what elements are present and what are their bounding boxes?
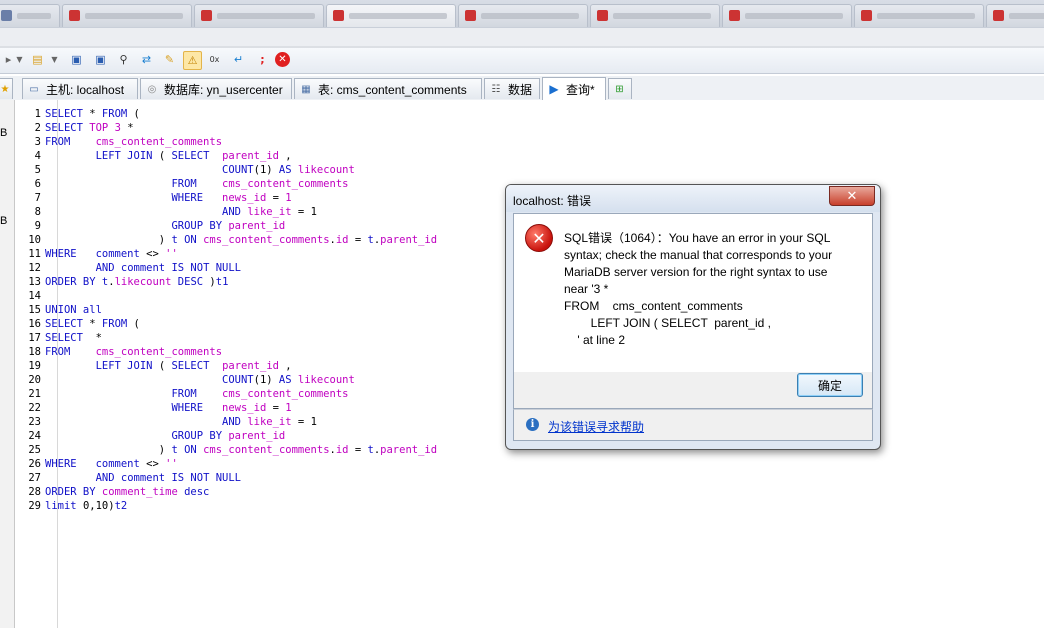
replace-icon[interactable]: ⇄ — [138, 51, 155, 68]
browser-tab[interactable] — [986, 4, 1044, 27]
semicolon-icon[interactable]: ; — [254, 51, 271, 68]
server-icon: ▭ — [29, 83, 39, 95]
error-message-line: MariaDB server version for the right syn… — [564, 265, 828, 279]
tab-label: 主机: localhost — [46, 82, 125, 97]
browser-tab[interactable] — [458, 4, 588, 27]
dropdown-arrow-icon[interactable]: ▼ — [11, 51, 28, 68]
help-link[interactable]: 为该错误寻求帮助 — [548, 418, 644, 435]
tab-host[interactable]: ▭ 主机: localhost — [22, 78, 138, 99]
tab-database[interactable]: ◎ 数据库: yn_usercenter — [140, 78, 292, 99]
tab-bar: ★ ▭ 主机: localhost ◎ 数据库: yn_usercenter ▦… — [0, 76, 1044, 101]
error-message-line: LEFT JOIN ( SELECT parent_id , — [564, 316, 771, 330]
browser-tab[interactable] — [326, 4, 456, 27]
stop-icon[interactable]: ✕ — [275, 52, 290, 67]
browser-tab[interactable] — [590, 4, 720, 27]
dialog-help-area: i 为该错误寻求帮助 — [513, 409, 873, 441]
tab-table[interactable]: ▦ 表: cms_content_comments — [294, 78, 482, 99]
error-message-line: syntax; check the manual that correspond… — [564, 248, 833, 262]
edit-icon[interactable]: ✎ — [161, 51, 178, 68]
panel-text: B — [0, 215, 8, 227]
save-icon[interactable]: ▣ — [68, 51, 85, 68]
browser-tab[interactable] — [62, 4, 192, 27]
query-toolbar: ▸ ▼ ▤ ▼ ▣ ▣ ⚲ ⇄ ✎ ⚠ 0x ↵ ; ✕ — [0, 48, 1044, 74]
star-icon: ★ — [0, 83, 10, 95]
tab-label: 查询* — [566, 82, 595, 97]
error-message-line: ' at line 2 — [564, 333, 625, 347]
left-panel-edge: B B — [0, 100, 15, 628]
wrap-icon[interactable]: ↵ — [230, 51, 247, 68]
tab-label: 数据库: yn_usercenter — [164, 82, 283, 97]
error-icon: ✕ — [525, 224, 553, 252]
browser-tab[interactable] — [854, 4, 984, 27]
panel-text: B — [0, 127, 8, 139]
data-grid-icon: ☷ — [491, 83, 501, 95]
save-as-icon[interactable]: ▣ — [92, 51, 109, 68]
warning-icon[interactable]: ⚠ — [183, 51, 202, 70]
error-message-line: SQL错误（1064）：You have an error in your SQ… — [564, 231, 831, 245]
tab-data[interactable]: ☷ 数据 — [484, 78, 540, 99]
ok-button[interactable]: 确定 — [797, 373, 863, 397]
add-tab-icon: ⊞ — [615, 83, 624, 95]
binoculars-icon[interactable]: ⚲ — [115, 51, 132, 68]
tab-query[interactable]: ▶ 查询* — [542, 77, 606, 100]
favorites-tab[interactable]: ★ — [0, 78, 13, 99]
open-folder-icon[interactable]: ▤ — [29, 51, 46, 68]
error-dialog: localhost: 错误 ✕ ✕ SQL错误（1064）：You have a… — [505, 184, 881, 450]
dropdown-arrow-icon[interactable]: ▼ — [46, 51, 63, 68]
info-icon: i — [526, 418, 539, 431]
browser-tab[interactable] — [722, 4, 852, 27]
close-button[interactable]: ✕ — [829, 186, 875, 206]
tab-label: 数据 — [508, 82, 533, 97]
dialog-message-area: ✕ SQL错误（1064）：You have an error in your … — [513, 213, 873, 373]
browser-tab[interactable] — [0, 4, 60, 27]
play-query-icon: ▶ — [549, 82, 559, 96]
browser-tab-strip — [0, 0, 1044, 28]
error-message-line: near '3 * — [564, 282, 609, 296]
dialog-title-bar[interactable]: localhost: 错误 ✕ — [506, 185, 880, 212]
new-query-tab-button[interactable]: ⊞ — [608, 78, 632, 99]
database-icon: ◎ — [147, 83, 157, 95]
dialog-title: localhost: 错误 — [513, 194, 592, 208]
browser-tab[interactable] — [194, 4, 324, 27]
window-menu-strip — [0, 28, 1044, 47]
error-message-line: FROM cms_content_comments — [564, 299, 743, 313]
dialog-button-area: 确定 — [513, 372, 873, 409]
hex-icon[interactable]: 0x — [206, 51, 223, 68]
table-icon: ▦ — [301, 83, 311, 95]
tab-label: 表: cms_content_comments — [318, 82, 467, 97]
